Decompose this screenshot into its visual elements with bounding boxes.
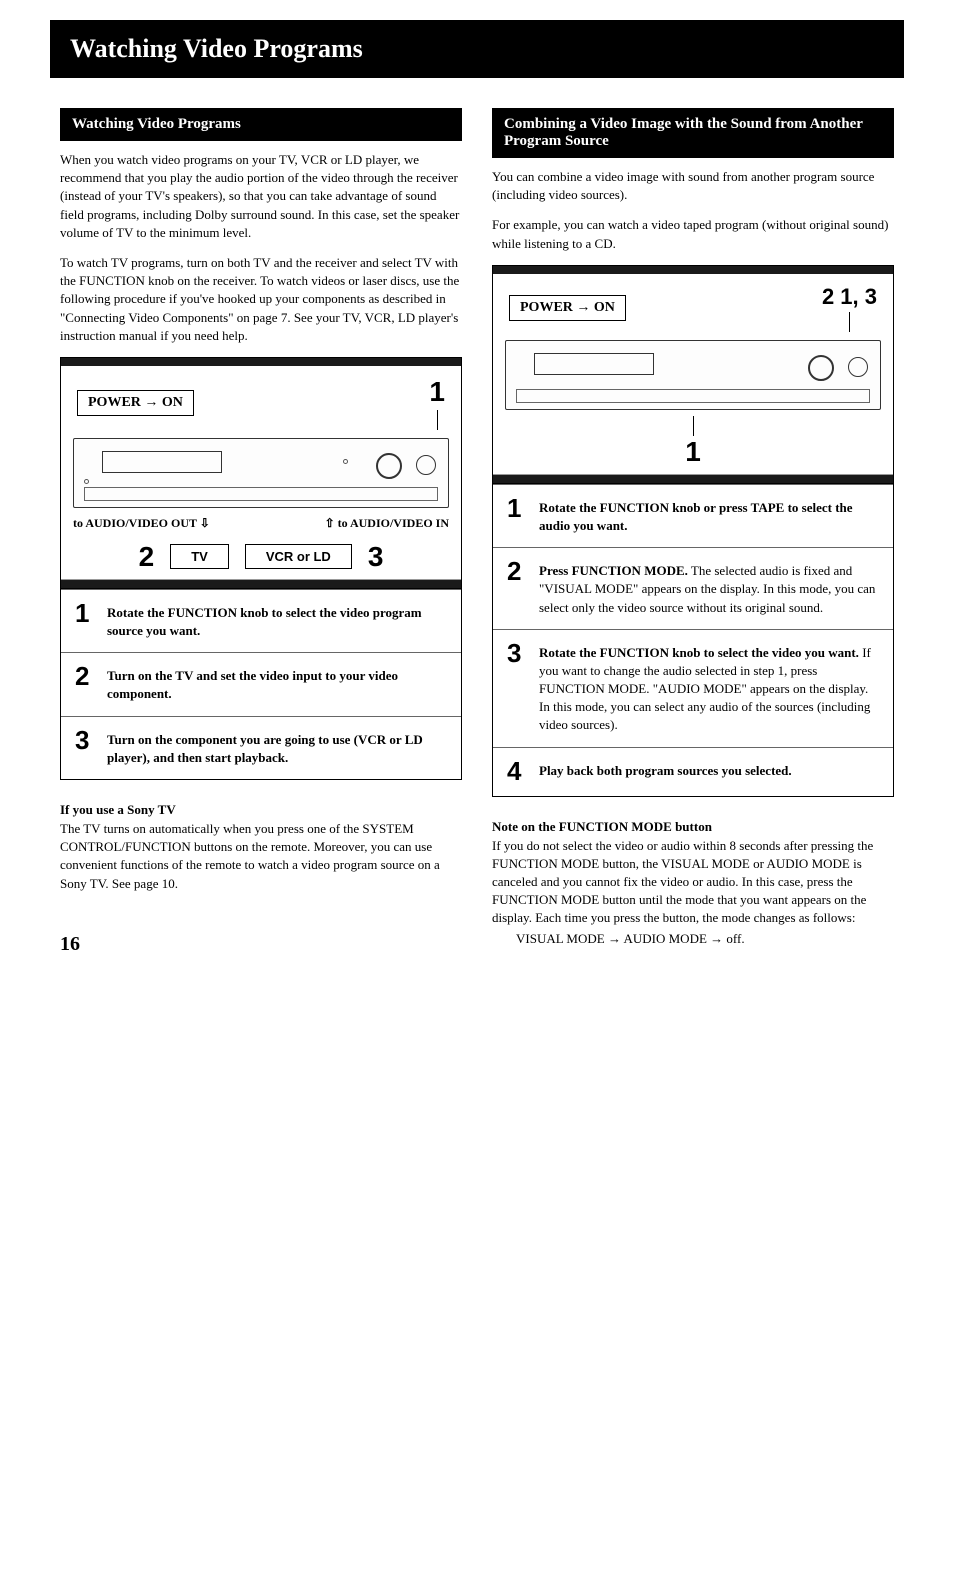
receiver-illustration <box>505 340 881 410</box>
step-bold: Rotate the FUNCTION knob or press TAPE t… <box>539 500 853 533</box>
diagram-border-bottom <box>493 475 893 483</box>
step-body: Play back both program sources you selec… <box>539 758 792 780</box>
right-column: Combining a Video Image with the Sound f… <box>492 108 894 960</box>
right-diagram-inner: POWER → ON 2 1, 3 1 <box>493 274 893 475</box>
right-step-1: 1 Rotate the FUNCTION knob or press TAPE… <box>493 484 893 547</box>
step-number: 3 <box>507 640 527 666</box>
left-steps-box: 1 Rotate the FUNCTION knob to select the… <box>60 589 462 780</box>
volume-knob-icon <box>416 455 436 475</box>
left-section-title: Watching Video Programs <box>72 116 241 132</box>
function-knob-icon <box>808 355 834 381</box>
callout-numbers-top: 2 1, 3 <box>822 284 877 310</box>
step-body: Rotate the FUNCTION knob to select the v… <box>539 640 879 735</box>
mode-sequence: VISUAL MODE → AUDIO MODE → off. <box>492 930 894 948</box>
left-para-2: To watch TV programs, turn on both TV an… <box>60 254 462 345</box>
diagram-border-top <box>493 266 893 274</box>
page-number: 16 <box>60 933 462 956</box>
left-column: Watching Video Programs When you watch v… <box>60 108 462 960</box>
components-row: 2 TV VCR or LD 3 <box>73 541 449 573</box>
right-step-4: 4 Play back both program sources you sel… <box>493 747 893 796</box>
conn-in-text: to AUDIO/VIDEO IN <box>338 516 449 530</box>
step-number: 2 <box>75 663 95 689</box>
receiver-display-icon <box>534 353 654 375</box>
step-body: Turn on the TV and set the video input t… <box>107 663 447 703</box>
step-number: 4 <box>507 758 527 784</box>
step-bold: Press FUNCTION MODE. <box>539 563 688 578</box>
page-title-bar: Watching Video Programs <box>50 20 904 78</box>
left-note-body: The TV turns on automatically when you p… <box>60 820 462 893</box>
two-column-layout: Watching Video Programs When you watch v… <box>60 108 894 960</box>
audio-video-out-label: to AUDIO/VIDEO OUT <box>73 516 210 531</box>
diagram-border-bottom <box>61 580 461 588</box>
dot-icon <box>343 459 348 464</box>
step-bold: Play back both program sources you selec… <box>539 763 792 778</box>
step-bold: Rotate the FUNCTION knob to select the v… <box>107 605 422 638</box>
left-step-3: 3 Turn on the component you are going to… <box>61 716 461 779</box>
right-note-heading: Note on the FUNCTION MODE button <box>492 819 894 835</box>
callout-number-3: 3 <box>368 541 384 573</box>
right-callouts-top: 2 1, 3 <box>822 284 877 332</box>
step-body: Press FUNCTION MODE. The selected audio … <box>539 558 879 617</box>
page-title: Watching Video Programs <box>70 34 363 63</box>
step-number: 1 <box>75 600 95 626</box>
left-diagram-inner: POWER → ON 1 to AUDIO/VIDEO <box>61 366 461 580</box>
left-section-title-bar: Watching Video Programs <box>60 108 462 141</box>
power-on-label: POWER → ON <box>509 295 626 321</box>
callout-line <box>437 410 438 430</box>
left-note-heading: If you use a Sony TV <box>60 802 462 818</box>
receiver-display-icon <box>102 451 222 473</box>
step-number: 2 <box>507 558 527 584</box>
step-bold: Turn on the TV and set the video input t… <box>107 668 398 701</box>
function-knob-icon <box>376 453 402 479</box>
left-diagram-callout-row: POWER → ON 1 <box>73 376 449 430</box>
step-body: Rotate the FUNCTION knob or press TAPE t… <box>539 495 879 535</box>
step-bold: Turn on the component you are going to u… <box>107 732 423 765</box>
right-callout-bottom: 1 <box>505 416 881 468</box>
left-diagram: POWER → ON 1 to AUDIO/VIDEO <box>60 357 462 589</box>
right-note-body: If you do not select the video or audio … <box>492 837 894 928</box>
callout-line <box>849 312 850 332</box>
receiver-buttons-row-icon <box>84 487 438 501</box>
callout-number-2: 2 <box>139 541 155 573</box>
left-step-2: 2 Turn on the TV and set the video input… <box>61 652 461 715</box>
callout-line <box>693 416 694 436</box>
left-para-1: When you watch video programs on your TV… <box>60 151 462 242</box>
right-diagram: POWER → ON 2 1, 3 1 <box>492 265 894 484</box>
diagram-border-top <box>61 358 461 366</box>
right-para-1: You can combine a video image with sound… <box>492 168 894 204</box>
right-para-2: For example, you can watch a video taped… <box>492 216 894 252</box>
volume-knob-icon <box>848 357 868 377</box>
conn-out-text: to AUDIO/VIDEO OUT <box>73 516 197 530</box>
power-on-label: POWER → ON <box>77 390 194 416</box>
left-step-1: 1 Rotate the FUNCTION knob to select the… <box>61 589 461 652</box>
arrow-up-icon <box>325 516 335 530</box>
receiver-buttons-row-icon <box>516 389 870 403</box>
right-section-title-bar: Combining a Video Image with the Sound f… <box>492 108 894 158</box>
tv-box: TV <box>170 544 229 569</box>
callout-number-1: 1 <box>685 436 701 467</box>
audio-video-in-label: to AUDIO/VIDEO IN <box>325 516 449 531</box>
arrow-down-icon <box>200 516 210 530</box>
vcr-ld-box: VCR or LD <box>245 544 352 569</box>
step-body: Turn on the component you are going to u… <box>107 727 447 767</box>
right-diagram-callout-row: POWER → ON 2 1, 3 <box>505 284 881 332</box>
step-number: 3 <box>75 727 95 753</box>
right-step-2: 2 Press FUNCTION MODE. The selected audi… <box>493 547 893 629</box>
callout-number-1: 1 <box>429 376 445 408</box>
connection-labels-row: to AUDIO/VIDEO OUT to AUDIO/VIDEO IN <box>73 516 449 531</box>
right-steps-box: 1 Rotate the FUNCTION knob or press TAPE… <box>492 484 894 797</box>
left-callout-1: 1 <box>429 376 445 430</box>
dot-icon <box>84 479 89 484</box>
right-step-3: 3 Rotate the FUNCTION knob to select the… <box>493 629 893 747</box>
step-number: 1 <box>507 495 527 521</box>
step-body: Rotate the FUNCTION knob to select the v… <box>107 600 447 640</box>
receiver-illustration <box>73 438 449 508</box>
step-bold: Rotate the FUNCTION knob to select the v… <box>539 645 859 660</box>
right-section-title: Combining a Video Image with the Sound f… <box>504 116 863 149</box>
